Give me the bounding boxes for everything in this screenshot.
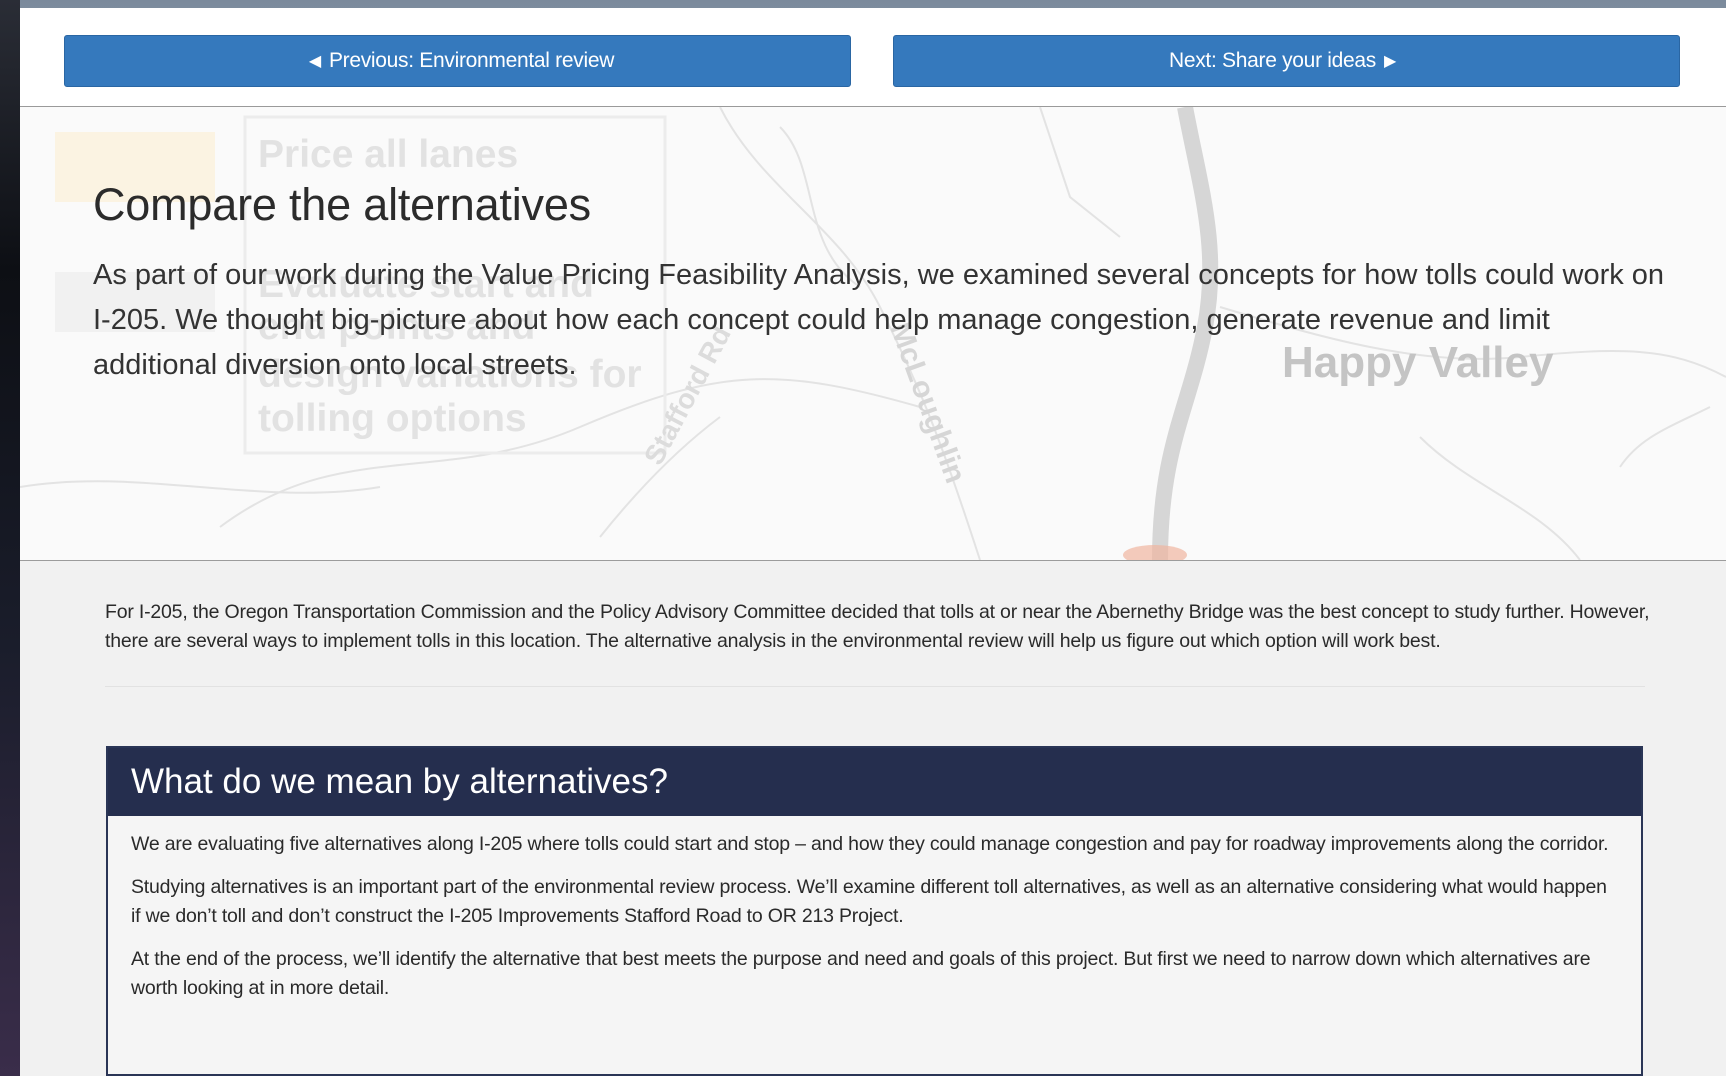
- alternatives-box-body: We are evaluating five alternatives alon…: [108, 816, 1641, 1003]
- divider: [105, 686, 1645, 687]
- background-edge: [0, 0, 20, 1076]
- alternatives-info-box: What do we mean by alternatives? We are …: [106, 746, 1643, 1076]
- caret-right-icon: ▶: [1384, 53, 1397, 70]
- alternatives-paragraph: We are evaluating five alternatives alon…: [131, 833, 1609, 855]
- map-panel-line: tolling options: [258, 397, 527, 440]
- body-paragraph: For I-205, the Oregon Transportation Com…: [105, 601, 1650, 652]
- alternatives-box-header: What do we mean by alternatives?: [108, 748, 1641, 816]
- next-button-label: Next: Share your ideas: [1168, 49, 1376, 72]
- previous-button-label: Previous: Environmental review: [328, 49, 615, 72]
- body-section: For I-205, the Oregon Transportation Com…: [105, 598, 1685, 687]
- hero-section: Price all lanes Evaluate start and end p…: [20, 107, 1726, 561]
- hero-content: Compare the alternatives As part of our …: [93, 179, 1673, 388]
- intro-paragraph: As part of our work during the Value Pri…: [93, 259, 1665, 381]
- navigation-bar: ◀ Previous: Environmental review Next: S…: [20, 8, 1726, 107]
- previous-button[interactable]: ◀ Previous: Environmental review: [64, 35, 851, 87]
- next-button[interactable]: Next: Share your ideas ▶: [893, 35, 1680, 87]
- alternatives-box-title: What do we mean by alternatives?: [131, 762, 668, 801]
- alternatives-paragraph: Studying alternatives is an important pa…: [131, 876, 1607, 927]
- map-panel-line: Price all lanes: [258, 133, 518, 176]
- page: ◀ Previous: Environmental review Next: S…: [20, 8, 1726, 1076]
- caret-left-icon: ◀: [308, 53, 321, 70]
- alternatives-paragraph: At the end of the process, we’ll identif…: [131, 948, 1591, 999]
- page-title: Compare the alternatives: [93, 179, 591, 230]
